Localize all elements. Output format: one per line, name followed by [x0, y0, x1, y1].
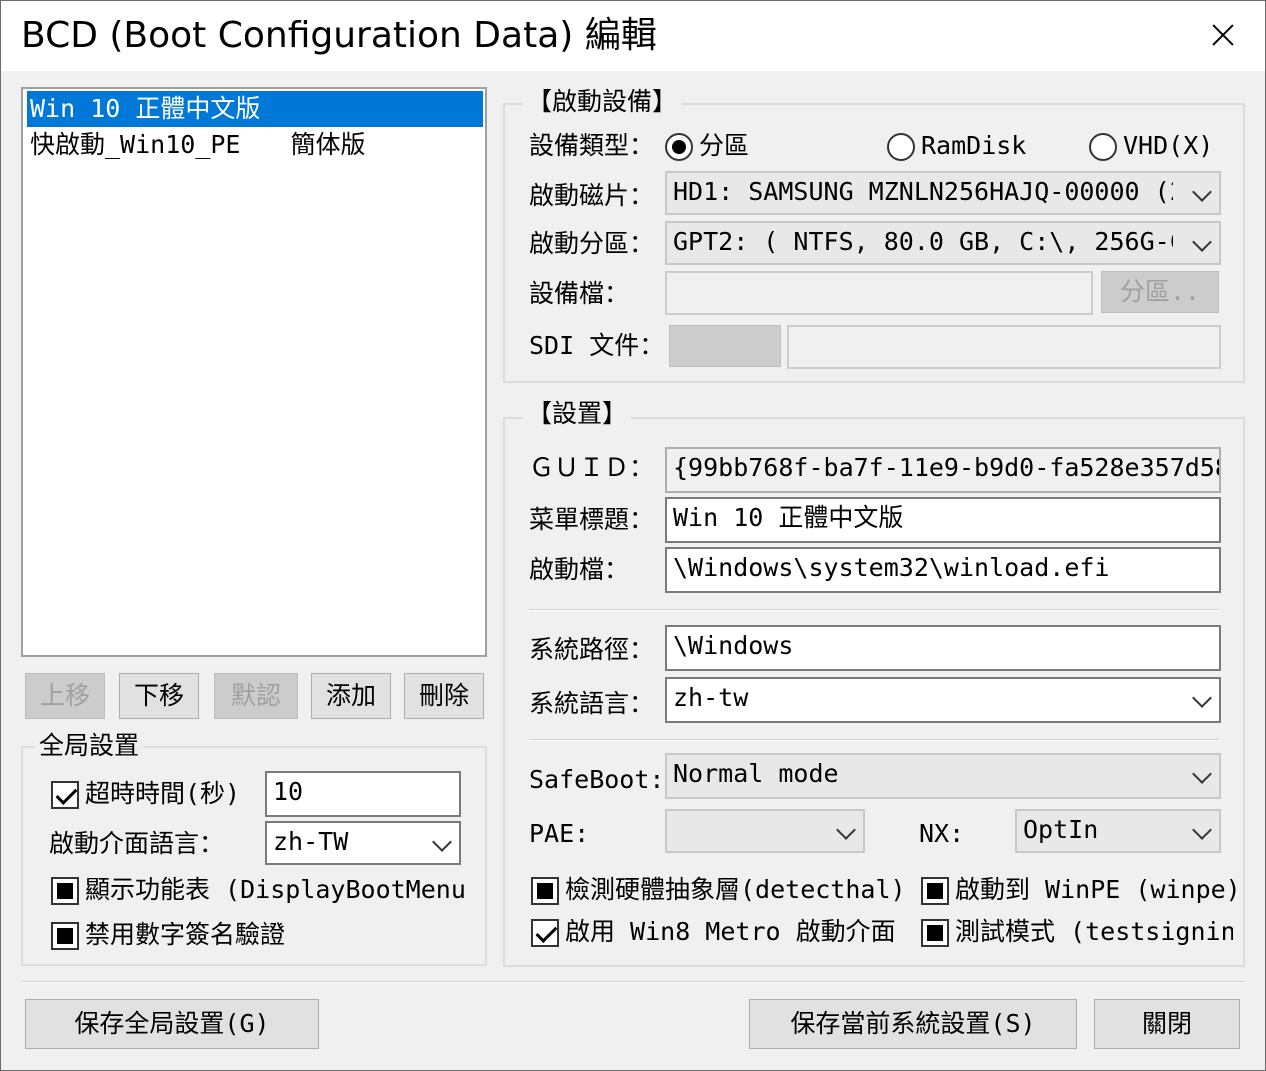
detecthal-label: 檢測硬體抽象層(detecthal) — [565, 875, 906, 904]
guid-field[interactable]: {99bb768f-ba7f-11e9-b9d0-fa528e357d58} — [665, 447, 1221, 493]
list-item[interactable]: Win 10 正體中文版 — [27, 91, 483, 127]
bcd-edit-dialog: BCD (Boot Configuration Data) 編輯 Win 10 … — [0, 0, 1266, 1071]
boot-disk-label: 啟動磁片： — [529, 181, 655, 210]
move-up-button[interactable]: 上移 — [25, 673, 105, 719]
guid-label: ＧＵＩＤ： — [529, 453, 655, 482]
delete-button[interactable]: 刪除 — [404, 673, 484, 719]
nx-label: NX: — [919, 819, 965, 848]
safeboot-value: Normal mode — [673, 759, 839, 788]
sdi-device-box[interactable] — [669, 325, 781, 367]
system-language-label: 系統語言： — [529, 689, 655, 718]
partition-browse-button[interactable]: 分區.. — [1101, 271, 1219, 313]
testsigning-label-clip: 測試模式 (testsigning — [955, 917, 1233, 949]
safeboot-select[interactable]: Normal mode — [665, 753, 1221, 799]
display-boot-menu-label: 顯示功能表 (DisplayBootMenu — [85, 875, 466, 904]
pae-select[interactable] — [665, 809, 865, 853]
testsigning-checkbox[interactable] — [921, 919, 949, 947]
boot-disk-select[interactable]: HD1: SAMSUNG MZNLN256HAJQ-00000 (238.5 — [665, 171, 1221, 215]
pae-label: PAE: — [529, 819, 590, 848]
timeout-label: 超時時間(秒) — [85, 779, 241, 808]
boot-disk-value: HD1: SAMSUNG MZNLN256HAJQ-00000 (238.5 — [673, 177, 1173, 206]
settings-legend: 【設置】 — [523, 399, 632, 429]
device-type-vhd-label: VHD(X) — [1123, 131, 1214, 160]
chevron-down-icon — [1192, 820, 1212, 840]
device-type-partition-radio[interactable] — [665, 133, 693, 161]
window-title: BCD (Boot Configuration Data) 編輯 — [21, 15, 657, 56]
menu-title-input[interactable]: Win 10 正體中文版 — [665, 497, 1221, 543]
safeboot-label: SafeBoot: — [529, 765, 665, 794]
boot-ui-language-select[interactable]: zh-TW — [265, 821, 461, 865]
chevron-down-icon — [432, 832, 452, 852]
winpe-label: 啟動到 WinPE (winpe) — [955, 875, 1241, 904]
chevron-down-icon — [1192, 688, 1212, 708]
add-button[interactable]: 添加 — [311, 673, 391, 719]
global-settings-legend: 全局設置 — [35, 731, 144, 761]
testsigning-label: 測試模式 (testsigning — [955, 917, 1233, 946]
system-path-label: 系統路徑： — [529, 635, 655, 664]
chevron-down-icon — [1192, 232, 1212, 252]
system-language-value: zh-tw — [673, 683, 749, 712]
disable-signature-checkbox[interactable] — [51, 922, 79, 950]
device-type-vhd-radio[interactable] — [1089, 133, 1117, 161]
nx-select[interactable]: OptIn — [1015, 809, 1221, 853]
system-path-input[interactable]: \Windows — [665, 625, 1221, 671]
sdi-file-label: SDI 文件： — [529, 331, 665, 360]
metro-boot-checkbox[interactable] — [531, 919, 559, 947]
close-button[interactable]: 關閉 — [1094, 999, 1240, 1049]
sdi-file-input[interactable] — [787, 325, 1221, 369]
boot-partition-value: GPT2: ( NTFS, 80.0 GB, C:\, 256G-C) — [673, 227, 1173, 256]
chevron-down-icon — [1192, 764, 1212, 784]
disable-signature-label: 禁用數字簽名驗證 — [85, 920, 286, 949]
divider — [529, 739, 1219, 741]
save-current-settings-button[interactable]: 保存當前系統設置(S) — [749, 999, 1077, 1049]
boot-entry-list[interactable]: Win 10 正體中文版 快啟動_Win10_PE 簡体版 — [21, 87, 487, 657]
close-icon[interactable] — [1205, 17, 1241, 53]
device-type-label: 設備類型： — [529, 131, 655, 160]
list-item[interactable]: 快啟動_Win10_PE 簡体版 — [27, 127, 483, 163]
menu-title-label: 菜單標題： — [529, 505, 655, 534]
device-type-ramdisk-radio[interactable] — [887, 133, 915, 161]
system-language-select[interactable]: zh-tw — [665, 677, 1221, 723]
divider — [529, 609, 1219, 611]
boot-partition-label: 啟動分區： — [529, 229, 655, 258]
chevron-down-icon — [836, 820, 856, 840]
boot-file-label: 啟動檔： — [529, 555, 630, 584]
save-global-settings-button[interactable]: 保存全局設置(G) — [25, 999, 319, 1049]
chevron-down-icon — [1192, 182, 1212, 202]
boot-ui-language-value: zh-TW — [273, 827, 349, 856]
set-default-button[interactable]: 默認 — [214, 673, 298, 719]
move-down-button[interactable]: 下移 — [119, 673, 199, 719]
footer-divider — [21, 981, 1245, 983]
timeout-checkbox[interactable] — [51, 781, 79, 809]
timeout-input[interactable]: 10 — [265, 771, 461, 817]
device-type-partition-label: 分區 — [699, 131, 750, 160]
boot-device-legend: 【啟動設備】 — [523, 87, 682, 117]
boot-partition-select[interactable]: GPT2: ( NTFS, 80.0 GB, C:\, 256G-C) — [665, 221, 1221, 265]
device-type-ramdisk-label: RamDisk — [921, 131, 1027, 160]
detecthal-checkbox[interactable] — [531, 877, 559, 905]
title-bar: BCD (Boot Configuration Data) 編輯 — [1, 1, 1265, 71]
nx-value: OptIn — [1023, 815, 1099, 844]
boot-ui-language-label: 啟動介面語言： — [49, 829, 225, 858]
device-file-label: 設備檔： — [529, 279, 630, 308]
device-file-input[interactable] — [665, 271, 1093, 315]
boot-file-input[interactable]: \Windows\system32\winload.efi — [665, 547, 1221, 593]
display-boot-menu-checkbox[interactable] — [51, 877, 79, 905]
metro-boot-label: 啟用 Win8 Metro 啟動介面 — [565, 917, 896, 946]
winpe-checkbox[interactable] — [921, 877, 949, 905]
